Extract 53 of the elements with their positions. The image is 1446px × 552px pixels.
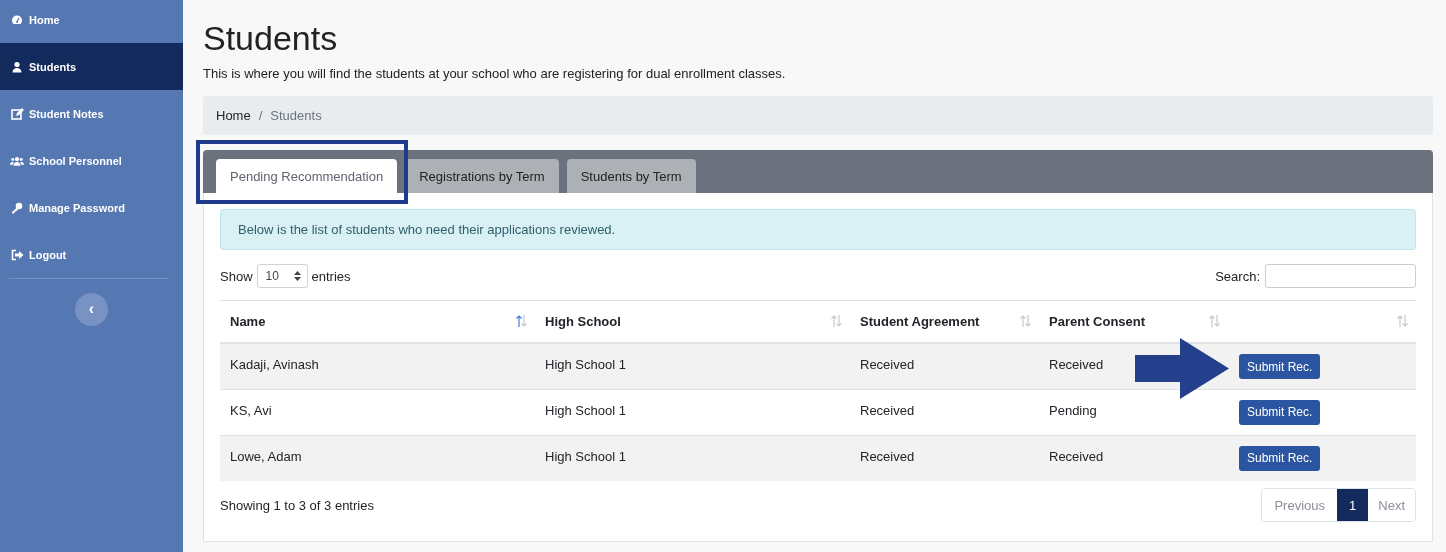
page-description: This is where you will find the students at your school who are registering for dual enrollment classes.	[203, 66, 787, 81]
tab[interactable]: Students by Term	[566, 159, 696, 193]
user-icon	[11, 60, 23, 73]
submit-recommendation-button[interactable]: Submit Rec.	[1239, 445, 1321, 471]
sort-icon[interactable]	[1209, 315, 1220, 327]
breadcrumb-current: Students	[270, 108, 322, 123]
entries-select[interactable]: 10	[256, 264, 308, 288]
tab[interactable]: Registrations by Term	[405, 159, 559, 193]
search-label: Search:	[1215, 268, 1260, 284]
edit-icon	[10, 107, 24, 120]
show-label: Show	[220, 268, 253, 284]
gauge-icon	[11, 13, 23, 26]
column-header[interactable]: Name	[230, 314, 266, 329]
table-cell: Kadaji, Avinash	[230, 357, 319, 372]
page-button[interactable]: 1	[1337, 489, 1369, 521]
sort-icon[interactable]	[516, 315, 527, 327]
table-cell: Received	[860, 448, 915, 464]
table-cell: High School 1	[545, 357, 626, 372]
column-header[interactable]: High School	[545, 314, 621, 329]
logout-icon	[10, 248, 24, 261]
table-info: Showing 1 to 3 of 3 entries	[220, 497, 374, 513]
table-cell: Received	[860, 402, 915, 418]
submit-recommendation-button[interactable]: Submit Rec.	[1239, 354, 1321, 379]
sidebar-item[interactable]: School Personnel	[0, 137, 183, 184]
table-cell: Received	[1049, 448, 1104, 464]
sidebar-item[interactable]: Student Notes	[0, 90, 183, 137]
table-cell: Received	[860, 357, 915, 372]
sidebar-item[interactable]: Home	[0, 0, 183, 43]
table-cell: High School 1	[545, 448, 626, 464]
sort-icon[interactable]	[831, 315, 842, 327]
column-header[interactable]: Parent Consent	[1049, 314, 1146, 329]
sort-icon[interactable]	[1020, 315, 1031, 327]
submit-recommendation-button[interactable]: Submit Rec.	[1239, 399, 1321, 425]
table-cell: KS, Avi	[230, 402, 272, 418]
key-icon	[11, 201, 23, 214]
table-cell: Received	[1049, 357, 1104, 372]
breadcrumb-separator: /	[257, 108, 264, 123]
table-cell: High School 1	[545, 402, 626, 418]
search-field[interactable]	[1265, 264, 1416, 288]
spinner-icon	[293, 271, 301, 281]
sort-icon[interactable]	[1397, 315, 1408, 327]
sidebar-item[interactable]: Manage Password	[0, 184, 183, 231]
info-alert: Below is the list of students who need their applications reviewed.	[220, 209, 1416, 250]
sidebar-item[interactable]: Students	[0, 43, 183, 90]
column-header[interactable]: Student Agreement	[860, 314, 980, 329]
entries-label: entries	[311, 268, 351, 284]
tab[interactable]: Pending Recommendation	[216, 159, 398, 193]
breadcrumb-link[interactable]: Home	[216, 108, 251, 123]
users-icon	[10, 154, 24, 167]
table-cell: Lowe, Adam	[230, 448, 302, 464]
page-title: Students	[203, 18, 339, 58]
sidebar-item[interactable]: Logout	[0, 231, 183, 278]
table-cell: Pending	[1049, 402, 1097, 418]
